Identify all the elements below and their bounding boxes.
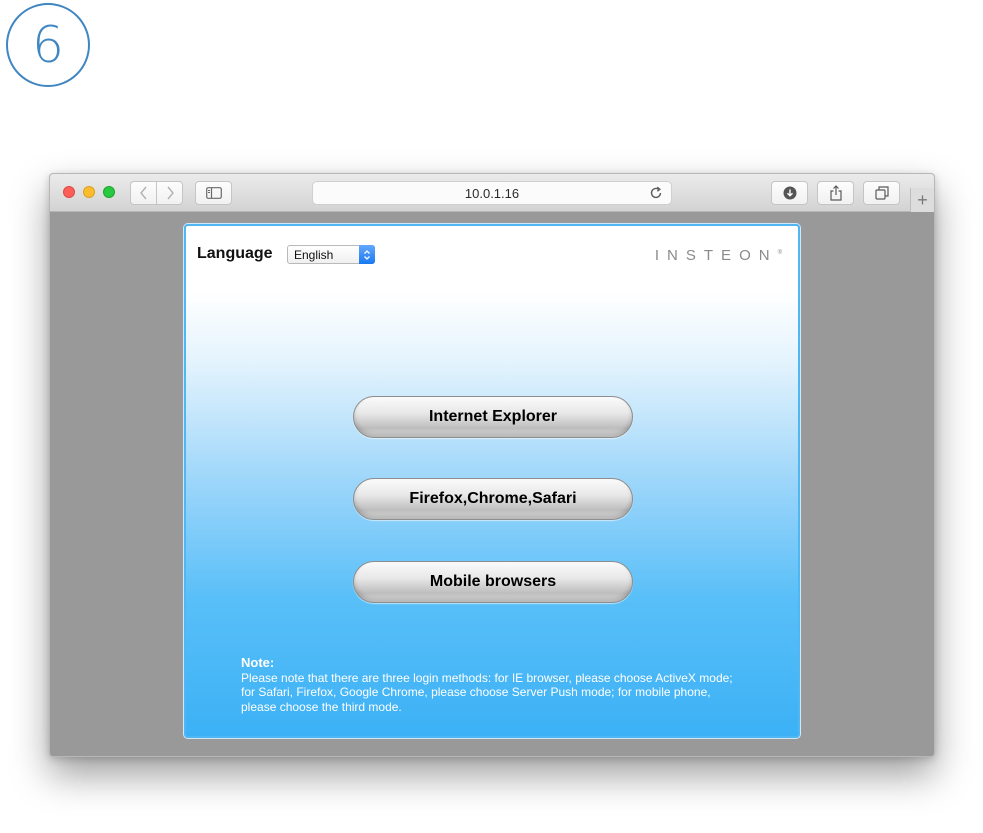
browser-toolbar: 10.0.1.16 — [50, 174, 934, 212]
address-bar[interactable]: 10.0.1.16 — [312, 181, 672, 205]
insteon-logo: INSTEON® — [655, 247, 782, 264]
internet-explorer-button[interactable]: Internet Explorer — [353, 396, 633, 438]
address-url: 10.0.1.16 — [464, 186, 520, 201]
sidebar-icon — [205, 187, 222, 199]
tabs-overview-icon — [874, 186, 889, 200]
language-selected-value: English — [294, 248, 334, 262]
brand-name: INSTEON — [654, 247, 778, 264]
language-select[interactable]: English — [287, 245, 375, 264]
note-title: Note: — [241, 655, 275, 670]
share-button[interactable] — [817, 181, 854, 205]
zoom-window-button[interactable] — [103, 186, 115, 198]
download-icon — [783, 186, 796, 200]
new-tab-button[interactable]: + — [910, 188, 934, 212]
back-button[interactable] — [131, 182, 156, 204]
step-number-badge: 6 — [6, 3, 90, 87]
close-window-button[interactable] — [63, 186, 75, 198]
tabs-overview-button[interactable] — [863, 181, 900, 205]
forward-button[interactable] — [156, 182, 182, 204]
up-down-chevron-icon — [364, 249, 370, 260]
registered-mark: ® — [777, 250, 782, 256]
language-label: Language — [197, 245, 273, 262]
history-navigation — [130, 181, 183, 205]
sidebar-button[interactable] — [195, 181, 232, 205]
chevron-left-icon — [139, 186, 147, 200]
downloads-button[interactable] — [771, 181, 808, 205]
login-note: Note: Please note that there are three l… — [241, 655, 741, 714]
reload-icon[interactable] — [649, 186, 663, 200]
chevron-right-icon — [167, 186, 174, 200]
mobile-browsers-button[interactable]: Mobile browsers — [353, 561, 633, 603]
select-arrow — [359, 245, 375, 264]
login-panel: Language English INSTEON® Internet Explo… — [184, 224, 800, 738]
note-text: Please note that there are three login m… — [241, 670, 733, 714]
firefox-chrome-safari-button[interactable]: Firefox,Chrome,Safari — [353, 478, 633, 520]
minimize-window-button[interactable] — [83, 186, 95, 198]
share-icon — [829, 185, 842, 201]
